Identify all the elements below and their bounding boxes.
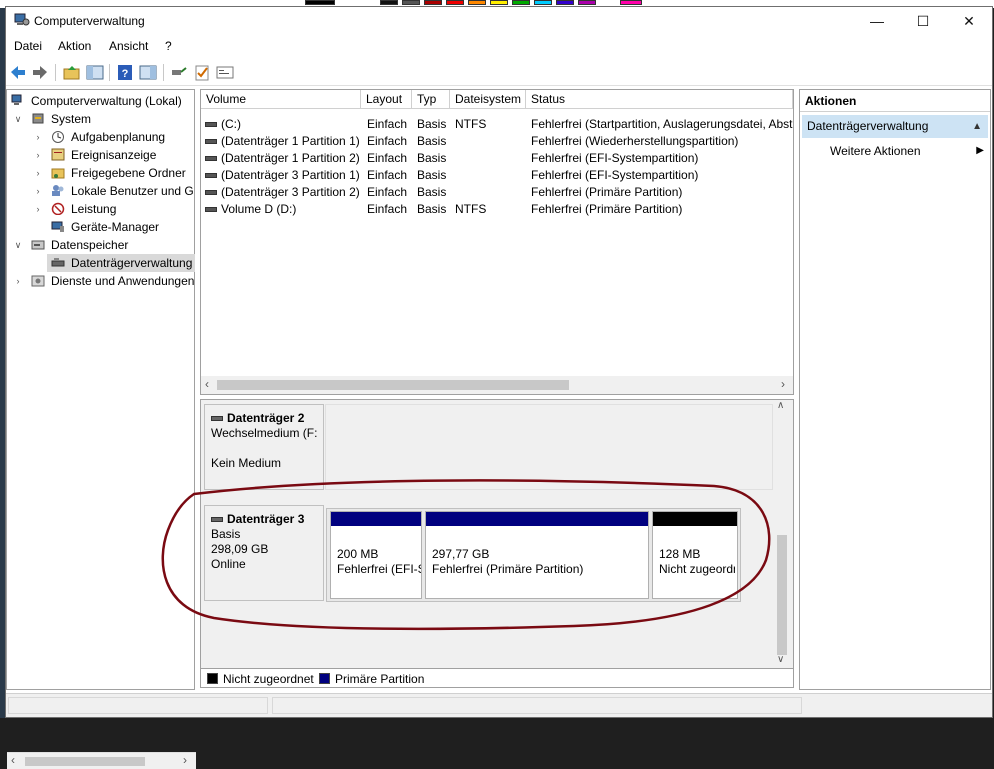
column-typ[interactable]: Typ bbox=[412, 90, 450, 109]
column-layout[interactable]: Layout bbox=[361, 90, 412, 109]
status-section bbox=[8, 697, 268, 714]
list-horizontal-scrollbar[interactable]: ‹ › bbox=[201, 376, 793, 394]
computer-management-icon bbox=[11, 94, 22, 105]
volume-icon bbox=[205, 207, 217, 212]
chevron-right-icon[interactable]: › bbox=[33, 128, 43, 146]
disk2-status: Kein Medium bbox=[211, 456, 282, 470]
scroll-down-icon[interactable]: ∨ bbox=[777, 654, 784, 665]
tree-horizontal-scrollbar[interactable]: ‹ › bbox=[7, 752, 196, 769]
legend-label-primary: Primäre Partition bbox=[335, 672, 425, 686]
chevron-right-icon[interactable]: › bbox=[13, 272, 23, 290]
device-manager-icon bbox=[51, 221, 64, 232]
minimize-button[interactable]: — bbox=[854, 7, 900, 35]
users-icon bbox=[52, 185, 64, 196]
volume-icon bbox=[205, 156, 217, 161]
task-scheduler-icon bbox=[52, 131, 64, 143]
chevron-right-icon[interactable]: › bbox=[33, 182, 43, 200]
legend: Nicht zugeordnet Primäre Partition bbox=[200, 669, 794, 688]
menu-aktion[interactable]: Aktion bbox=[58, 39, 91, 53]
volume-row[interactable]: (Datenträger 1 Partition 2) Einfach Basi… bbox=[201, 150, 793, 167]
up-folder-icon[interactable] bbox=[63, 64, 81, 81]
storage-icon bbox=[31, 240, 45, 250]
menu-datei[interactable]: Datei bbox=[14, 39, 42, 53]
volume-row[interactable]: (Datenträger 1 Partition 1) Einfach Basi… bbox=[201, 133, 793, 150]
connect-icon[interactable] bbox=[170, 64, 188, 81]
chevron-down-icon[interactable]: ∨ bbox=[13, 110, 23, 128]
disk2-name: Datenträger 2 bbox=[227, 411, 305, 425]
status-section bbox=[272, 697, 802, 714]
scroll-right-icon[interactable]: › bbox=[183, 753, 187, 767]
window-title: Computerverwaltung bbox=[34, 14, 145, 28]
column-status[interactable]: Status bbox=[526, 90, 793, 109]
disk2-type: Wechselmedium (F:) bbox=[211, 426, 317, 440]
legend-label-unallocated: Nicht zugeordnet bbox=[223, 672, 314, 686]
actions-title: Aktionen bbox=[800, 90, 990, 112]
scrollbar-thumb[interactable] bbox=[25, 757, 145, 766]
main-window: Computerverwaltung — ☐ ✕ Datei Aktion An… bbox=[5, 6, 993, 769]
disk-management-icon bbox=[51, 258, 65, 267]
toolbar: ? bbox=[6, 59, 992, 86]
check-properties-icon[interactable] bbox=[193, 64, 211, 81]
services-icon bbox=[31, 275, 45, 287]
volume-row[interactable]: (Datenträger 3 Partition 1) Einfach Basi… bbox=[201, 167, 793, 184]
volume-icon bbox=[205, 122, 217, 127]
event-viewer-icon bbox=[51, 148, 65, 161]
volume-row[interactable]: (Datenträger 3 Partition 2) Einfach Basi… bbox=[201, 184, 793, 201]
show-hide-tree-icon[interactable] bbox=[86, 64, 104, 81]
menu-help[interactable]: ? bbox=[165, 39, 172, 53]
volume-icon bbox=[205, 139, 217, 144]
close-button[interactable]: ✕ bbox=[946, 7, 992, 35]
action-pane-icon[interactable] bbox=[139, 64, 157, 81]
actions-pane: Aktionen Datenträgerverwaltung ▲ Weitere… bbox=[799, 89, 991, 690]
volume-row[interactable]: Volume D (D:) Einfach Basis NTFS Fehlerf… bbox=[201, 201, 793, 218]
scroll-left-icon[interactable]: ‹ bbox=[205, 377, 209, 391]
help-icon[interactable]: ? bbox=[116, 64, 134, 81]
legend-swatch-unallocated bbox=[207, 673, 218, 684]
volume-row[interactable]: (C:) Einfach Basis NTFS Fehlerfrei (Star… bbox=[201, 116, 793, 133]
chevron-right-icon[interactable]: › bbox=[33, 200, 43, 218]
performance-icon bbox=[51, 202, 65, 215]
svg-text:?: ? bbox=[122, 68, 129, 80]
menu-ansicht[interactable]: Ansicht bbox=[109, 39, 148, 53]
actions-section-header[interactable]: Datenträgerverwaltung ▲ bbox=[802, 115, 988, 138]
status-bar bbox=[6, 693, 992, 717]
title-bar: Computerverwaltung — ☐ ✕ bbox=[6, 7, 992, 35]
disk-icon bbox=[211, 416, 223, 421]
annotation-circle bbox=[161, 479, 771, 631]
shared-folder-icon bbox=[51, 168, 65, 179]
more-actions-item[interactable]: Weitere Aktionen ▶ bbox=[830, 143, 984, 159]
collapse-up-icon[interactable]: ▲ bbox=[972, 115, 982, 138]
chevron-right-icon[interactable]: › bbox=[33, 164, 43, 182]
scroll-right-icon[interactable]: › bbox=[781, 377, 785, 391]
scroll-left-icon[interactable]: ‹ bbox=[11, 753, 15, 767]
computer-management-icon bbox=[14, 13, 30, 26]
tree-item-datentraegerverwaltung[interactable]: Datenträgerverwaltung bbox=[47, 254, 195, 272]
volume-icon bbox=[205, 190, 217, 195]
submenu-arrow-icon: ▶ bbox=[976, 145, 984, 156]
column-dateisystem[interactable]: Dateisystem bbox=[450, 90, 526, 109]
chevron-right-icon[interactable]: › bbox=[33, 146, 43, 164]
system-tools-icon bbox=[32, 113, 44, 124]
column-volume[interactable]: Volume bbox=[201, 90, 361, 109]
scroll-up-icon[interactable]: ∧ bbox=[777, 400, 784, 411]
maximize-button[interactable]: ☐ bbox=[900, 7, 946, 35]
legend-swatch-primary bbox=[319, 673, 330, 684]
tree-item-lokale-benutzer[interactable]: › Lokale Benutzer und Gruppen bbox=[11, 182, 195, 200]
scrollbar-thumb[interactable] bbox=[217, 380, 569, 390]
properties-icon[interactable] bbox=[216, 64, 234, 81]
volume-list: Volume Layout Typ Dateisystem Status (C:… bbox=[200, 89, 794, 395]
menu-bar: Datei Aktion Ansicht ? bbox=[6, 35, 992, 57]
tree-item-dienste[interactable]: › Dienste und Anwendungen bbox=[11, 272, 195, 290]
back-arrow-icon[interactable] bbox=[9, 64, 27, 81]
chevron-down-icon[interactable]: ∨ bbox=[13, 236, 23, 254]
volume-icon bbox=[205, 173, 217, 178]
forward-arrow-icon[interactable] bbox=[31, 64, 49, 81]
